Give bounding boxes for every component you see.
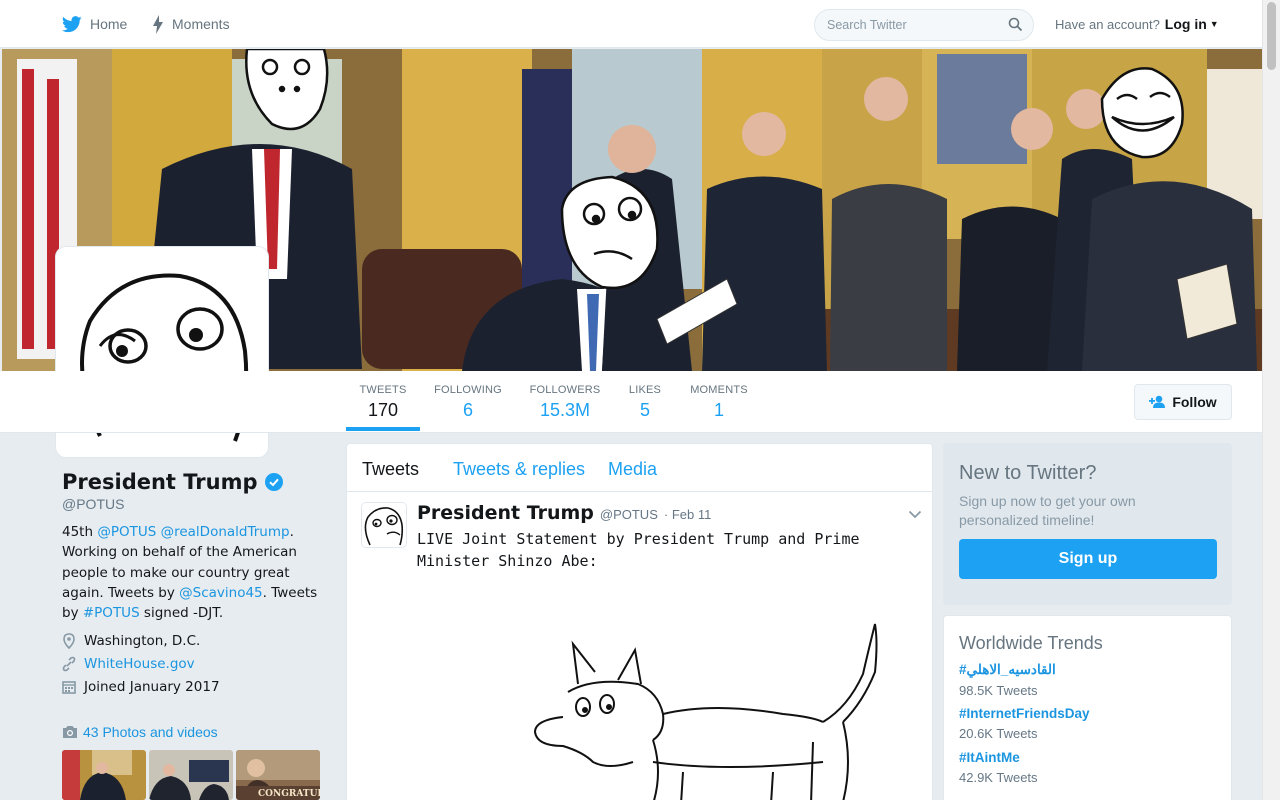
profile-joined: Joined January 2017 xyxy=(62,679,220,695)
bio-text: 45th xyxy=(62,524,98,540)
search-placeholder: Search Twitter xyxy=(827,18,907,32)
search-input[interactable]: Search Twitter xyxy=(814,9,1034,41)
stat-label: TWEETS xyxy=(359,384,407,396)
timeline-tabs: Tweets Tweets & replies Media xyxy=(347,444,932,492)
trend-name[interactable]: #ItAintMe xyxy=(959,750,1038,765)
location-text: Washington, D.C. xyxy=(84,633,201,649)
active-stat-underline xyxy=(346,427,420,431)
tab-tweets[interactable]: Tweets xyxy=(362,459,419,480)
stat-value: 170 xyxy=(367,400,399,420)
bio-mention-realdonaldtrump[interactable]: @realDonaldTrump xyxy=(161,524,290,540)
profile-handle[interactable]: @POTUS xyxy=(62,496,124,512)
tweet-item[interactable]: President Trump @POTUS · Feb 11 LIVE Joi… xyxy=(347,492,932,800)
tweet-avatar[interactable] xyxy=(361,502,407,548)
bio-hashtag-potus[interactable]: #POTUS xyxy=(83,605,140,621)
account-prompt: Have an account? xyxy=(1055,16,1160,32)
signup-subtext: Sign up now to get your own personalized… xyxy=(959,493,1136,528)
photo-thumbnail[interactable]: CONGRATULA xyxy=(236,750,320,800)
stat-moments[interactable]: MOMENTS 1 xyxy=(686,384,752,421)
location-pin-icon xyxy=(63,633,75,649)
trend-item[interactable]: #ItAintMe 42.9K Tweets xyxy=(959,750,1038,785)
signup-button[interactable]: Sign up xyxy=(959,539,1217,579)
follow-label: Follow xyxy=(1172,394,1217,410)
stat-label: FOLLOWERS xyxy=(529,384,601,396)
chevron-down-icon[interactable] xyxy=(908,510,922,519)
tweet-date[interactable]: · Feb 11 xyxy=(664,507,711,522)
twitter-bird-icon xyxy=(62,15,82,32)
trend-count: 42.9K Tweets xyxy=(959,770,1038,785)
photo-thumbnail[interactable] xyxy=(149,750,233,800)
add-user-icon xyxy=(1149,395,1166,408)
account-menu: Have an account? Log in ▼ xyxy=(1055,0,1219,48)
tweet-author-handle[interactable]: @POTUS xyxy=(600,507,658,522)
page-scrollbar[interactable] xyxy=(1262,0,1280,800)
trend-name[interactable]: #InternetFriendsDay xyxy=(959,706,1090,721)
profile-bio: 45th @POTUS @realDonaldTrump. Working on… xyxy=(62,522,330,623)
stat-label: LIKES xyxy=(628,384,662,396)
bio-mention-scavino[interactable]: @Scavino45 xyxy=(179,585,263,601)
stat-value: 1 xyxy=(713,400,724,420)
link-icon xyxy=(62,656,76,672)
nav-moments-label: Moments xyxy=(172,16,230,32)
tab-tweets-replies[interactable]: Tweets & replies xyxy=(453,459,585,480)
camera-icon xyxy=(63,726,77,738)
trends-heading: Worldwide Trends xyxy=(959,633,1103,653)
joined-text: Joined January 2017 xyxy=(84,679,220,695)
search-icon[interactable] xyxy=(1008,17,1023,32)
signup-heading: New to Twitter? xyxy=(959,462,1097,484)
profile-location: Washington, D.C. xyxy=(62,633,200,649)
stat-label: FOLLOWING xyxy=(434,384,502,396)
tweet-header: President Trump @POTUS · Feb 11 xyxy=(417,502,711,524)
trend-count: 20.6K Tweets xyxy=(959,726,1038,741)
login-link[interactable]: Log in xyxy=(1165,16,1207,32)
trend-item[interactable]: #القادسيه_الاهلي 98.5K Tweets xyxy=(959,662,1056,698)
stat-tweets[interactable]: TWEETS 170 xyxy=(346,384,420,421)
lightning-icon xyxy=(153,14,163,34)
tweet-timeline: Tweets Tweets & replies Media President … xyxy=(346,443,933,800)
profile-website: WhiteHouse.gov xyxy=(62,656,195,672)
stat-following[interactable]: FOLLOWING 6 xyxy=(430,384,506,421)
verified-badge-icon xyxy=(264,473,283,491)
tweet-text: LIVE Joint Statement by President Trump … xyxy=(417,530,860,570)
photos-videos-link[interactable]: 43 Photos and videos xyxy=(62,724,218,740)
nav-home[interactable]: Home xyxy=(62,0,127,48)
stat-value: 15.3M xyxy=(539,400,591,420)
photos-videos-label: 43 Photos and videos xyxy=(83,724,218,740)
follow-button[interactable]: Follow xyxy=(1134,384,1232,420)
bio-mention-potus[interactable]: @POTUS xyxy=(97,524,156,540)
bio-text: signed -DJT. xyxy=(139,605,224,622)
trends-card: Worldwide Trends #القادسيه_الاهلي 98.5K … xyxy=(943,615,1232,800)
nav-home-label: Home xyxy=(90,16,128,32)
profile-name-text: President Trump xyxy=(62,470,258,494)
stat-followers[interactable]: FOLLOWERS 15.3M xyxy=(526,384,604,421)
stat-label: MOMENTS xyxy=(690,384,748,396)
profile-name[interactable]: President Trump xyxy=(62,470,283,494)
scrollbar-thumb[interactable] xyxy=(1267,2,1276,70)
signup-card: New to Twitter? Sign up now to get your … xyxy=(943,443,1232,605)
stat-value: 5 xyxy=(639,400,650,420)
calendar-icon xyxy=(62,681,76,694)
website-link[interactable]: WhiteHouse.gov xyxy=(84,656,195,672)
tab-media[interactable]: Media xyxy=(608,459,657,480)
tweet-media-dog-drawing[interactable] xyxy=(523,622,893,800)
stat-likes[interactable]: LIKES 5 xyxy=(622,384,668,421)
trend-name[interactable]: #القادسيه_الاهلي xyxy=(959,662,1056,678)
trend-count: 98.5K Tweets xyxy=(959,683,1038,698)
stat-value: 6 xyxy=(462,400,473,420)
nav-moments[interactable]: Moments xyxy=(152,0,230,48)
photo-thumbnail[interactable] xyxy=(62,750,146,800)
tweet-author-name[interactable]: President Trump xyxy=(417,502,594,524)
caret-down-icon[interactable]: ▼ xyxy=(1210,19,1219,29)
trend-item[interactable]: #InternetFriendsDay 20.6K Tweets xyxy=(959,706,1090,741)
top-navigation: Home Moments Search Twitter Have an acco… xyxy=(0,0,1262,48)
thumbnail-caption: CONGRATULA xyxy=(258,789,320,799)
